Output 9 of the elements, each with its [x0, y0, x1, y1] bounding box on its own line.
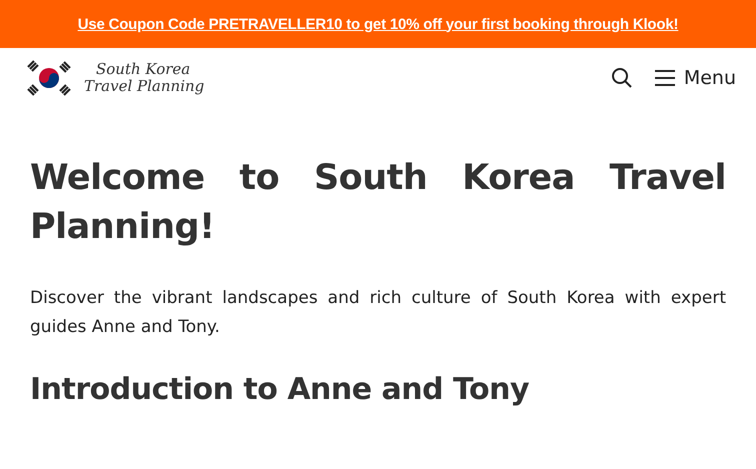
logo-text[interactable]: South Korea [84, 61, 204, 78]
logo-text[interactable]: Travel Planning [84, 78, 204, 95]
section-heading: Introduction to Anne and Tony [30, 372, 530, 407]
intro-paragraph: Discover the vibrant landscapes and rich culture of South Korea with expert guides Anne and Tony. [30, 287, 726, 339]
menu-button[interactable]: Menu [654, 67, 736, 89]
flag-logo-icon [24, 58, 74, 98]
page-title: Welcome to South Korea Travel Planning! [30, 157, 726, 249]
menu-icon[interactable] [654, 69, 676, 87]
search-icon[interactable] [610, 66, 634, 90]
